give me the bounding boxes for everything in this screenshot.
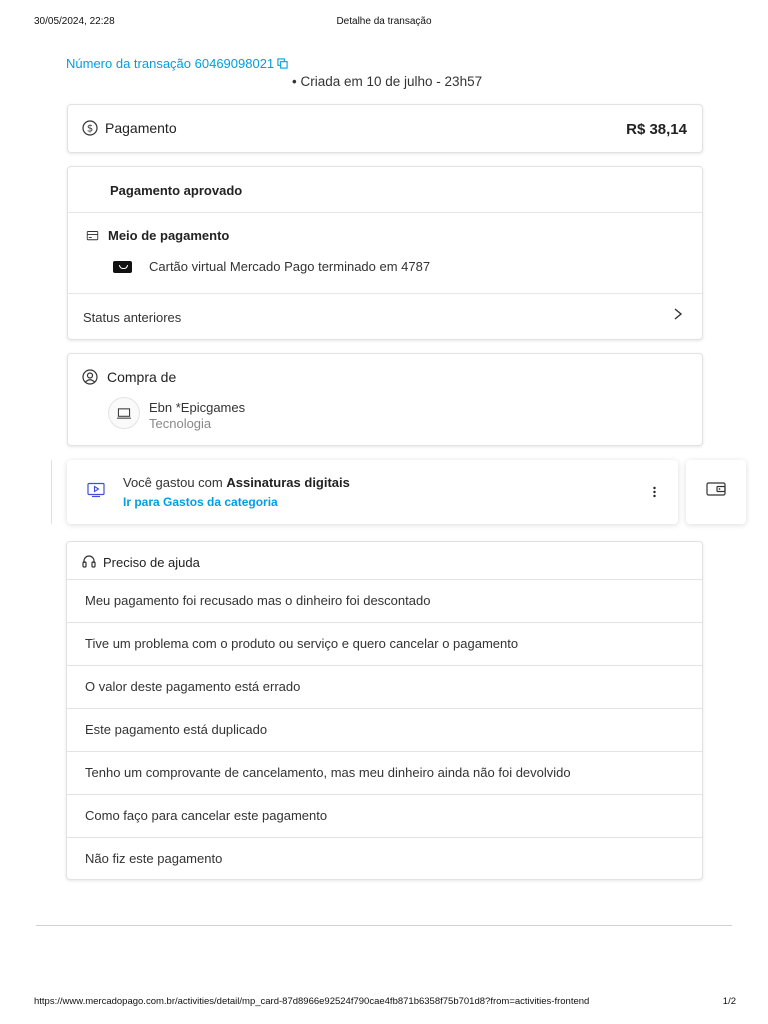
payment-method-header: Meio de pagamento	[85, 228, 229, 243]
tv-play-icon	[87, 482, 105, 498]
payment-card-detail: Cartão virtual Mercado Pago terminado em…	[113, 259, 430, 274]
divider	[68, 212, 702, 213]
carousel-edge	[51, 460, 52, 524]
divider	[68, 293, 702, 294]
user-circle-icon	[82, 369, 98, 385]
help-option[interactable]: Este pagamento está duplicado	[67, 708, 702, 750]
page-divider	[36, 925, 732, 926]
print-footer: https://www.mercadopago.com.br/activitie…	[0, 996, 768, 1010]
print-header: 30/05/2024, 22:28 Detalhe da transação	[0, 16, 768, 30]
payment-card: $ Pagamento R$ 38,14	[67, 104, 703, 153]
help-option[interactable]: Tive um problema com o produto ou serviç…	[67, 622, 702, 664]
wallet-icon	[706, 482, 726, 496]
payment-label: Pagamento	[105, 120, 177, 136]
payment-approved-title: Pagamento aprovado	[110, 183, 243, 198]
transaction-number-text: Número da transação 60469098021	[66, 56, 275, 71]
help-option[interactable]: O valor deste pagamento está errado	[67, 665, 702, 707]
spending-text: Você gastou com Assinaturas digitais	[123, 475, 350, 490]
next-carousel-card[interactable]	[686, 460, 746, 524]
help-card: Preciso de ajuda Meu pagamento foi recus…	[66, 541, 703, 880]
payment-method-label: Meio de pagamento	[108, 228, 230, 243]
virtual-card-icon	[113, 260, 132, 273]
previous-status-link[interactable]: Status anteriores	[83, 310, 181, 325]
print-url: https://www.mercadopago.com.br/activitie…	[34, 996, 590, 1007]
merchant-name: Ebn *Epicgames	[149, 400, 246, 415]
help-title: Preciso de ajuda	[103, 554, 200, 570]
payment-status-card: Pagamento aprovado Meio de pagamento Car…	[67, 166, 703, 340]
dollar-circle-icon: $	[82, 120, 98, 136]
print-title: Detalhe da transação	[336, 16, 432, 27]
transaction-number-link[interactable]: Número da transação 60469098021	[66, 56, 288, 71]
copy-icon[interactable]	[277, 58, 288, 69]
help-option[interactable]: Não fiz este pagamento	[67, 837, 702, 879]
laptop-icon	[117, 407, 131, 419]
purchase-title: Compra de	[107, 369, 177, 385]
card-description: Cartão virtual Mercado Pago terminado em…	[149, 259, 431, 274]
merchant-category: Tecnologia	[149, 416, 212, 431]
chevron-right-icon[interactable]	[672, 307, 684, 321]
spending-category-card[interactable]: Você gastou com Assinaturas digitais Ir …	[67, 460, 678, 524]
credit-card-icon	[86, 230, 99, 240]
created-date: • Criada em 10 de julho - 23h57	[292, 74, 483, 89]
headset-icon	[82, 555, 96, 568]
spending-category: Assinaturas digitais	[226, 475, 350, 490]
more-options-icon[interactable]	[653, 486, 656, 498]
category-spending-link[interactable]: Ir para Gastos da categoria	[123, 495, 278, 509]
spending-prefix: Você gastou com	[123, 475, 227, 490]
merchant-avatar	[108, 397, 140, 429]
purchase-card: Compra de Ebn *Epicgames Tecnologia	[67, 353, 703, 446]
help-option[interactable]: Meu pagamento foi recusado mas o dinheir…	[67, 579, 702, 621]
svg-text:$: $	[87, 124, 93, 135]
page-number: 1/2	[722, 996, 736, 1007]
payment-amount: R$ 38,14	[626, 121, 687, 138]
help-option[interactable]: Como faço para cancelar este pagamento	[67, 794, 702, 836]
help-option[interactable]: Tenho um comprovante de cancelamento, ma…	[67, 751, 702, 793]
